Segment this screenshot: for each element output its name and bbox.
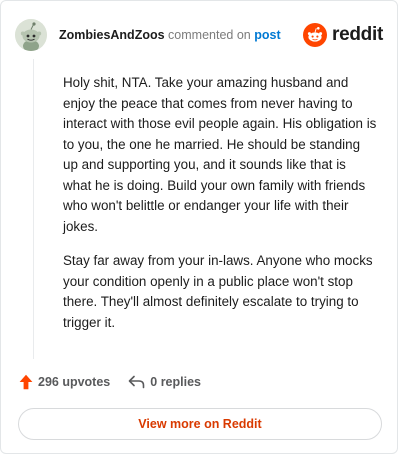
view-more-on-reddit-button[interactable]: View more on Reddit xyxy=(18,408,382,440)
reddit-wordmark: reddit xyxy=(332,24,383,45)
reply-count: 0 replies xyxy=(150,375,201,389)
thread-line xyxy=(33,59,34,359)
comment-body: Holy shit, NTA. Take your amazing husban… xyxy=(63,73,377,347)
comment-username[interactable]: ZombiesAndZoos xyxy=(59,28,165,42)
reddit-logo-icon xyxy=(303,23,328,47)
comment-paragraph: Stay far away from your in-laws. Anyone … xyxy=(63,253,373,330)
reply-arrow-icon xyxy=(128,375,145,389)
upvote-arrow-icon xyxy=(19,374,33,390)
post-link[interactable]: post xyxy=(254,28,280,42)
comment-actions: 296 upvotes 0 replies xyxy=(19,374,201,390)
user-avatar[interactable] xyxy=(15,19,47,51)
comment-paragraph: Holy shit, NTA. Take your amazing husban… xyxy=(63,75,377,234)
comment-embed-card: ZombiesAndZoos commented on post reddit … xyxy=(0,0,398,454)
upvote-count: 296 upvotes xyxy=(38,375,111,389)
comment-meta: ZombiesAndZoos commented on post xyxy=(59,28,281,42)
comment-header: ZombiesAndZoos commented on post reddit xyxy=(15,17,383,53)
replies-button[interactable]: 0 replies xyxy=(128,375,201,389)
upvote-button[interactable]: 296 upvotes xyxy=(19,374,110,390)
snoo-avatar-icon xyxy=(15,19,47,51)
reddit-brand[interactable]: reddit xyxy=(303,23,383,47)
comment-action-text: commented on xyxy=(168,28,251,42)
